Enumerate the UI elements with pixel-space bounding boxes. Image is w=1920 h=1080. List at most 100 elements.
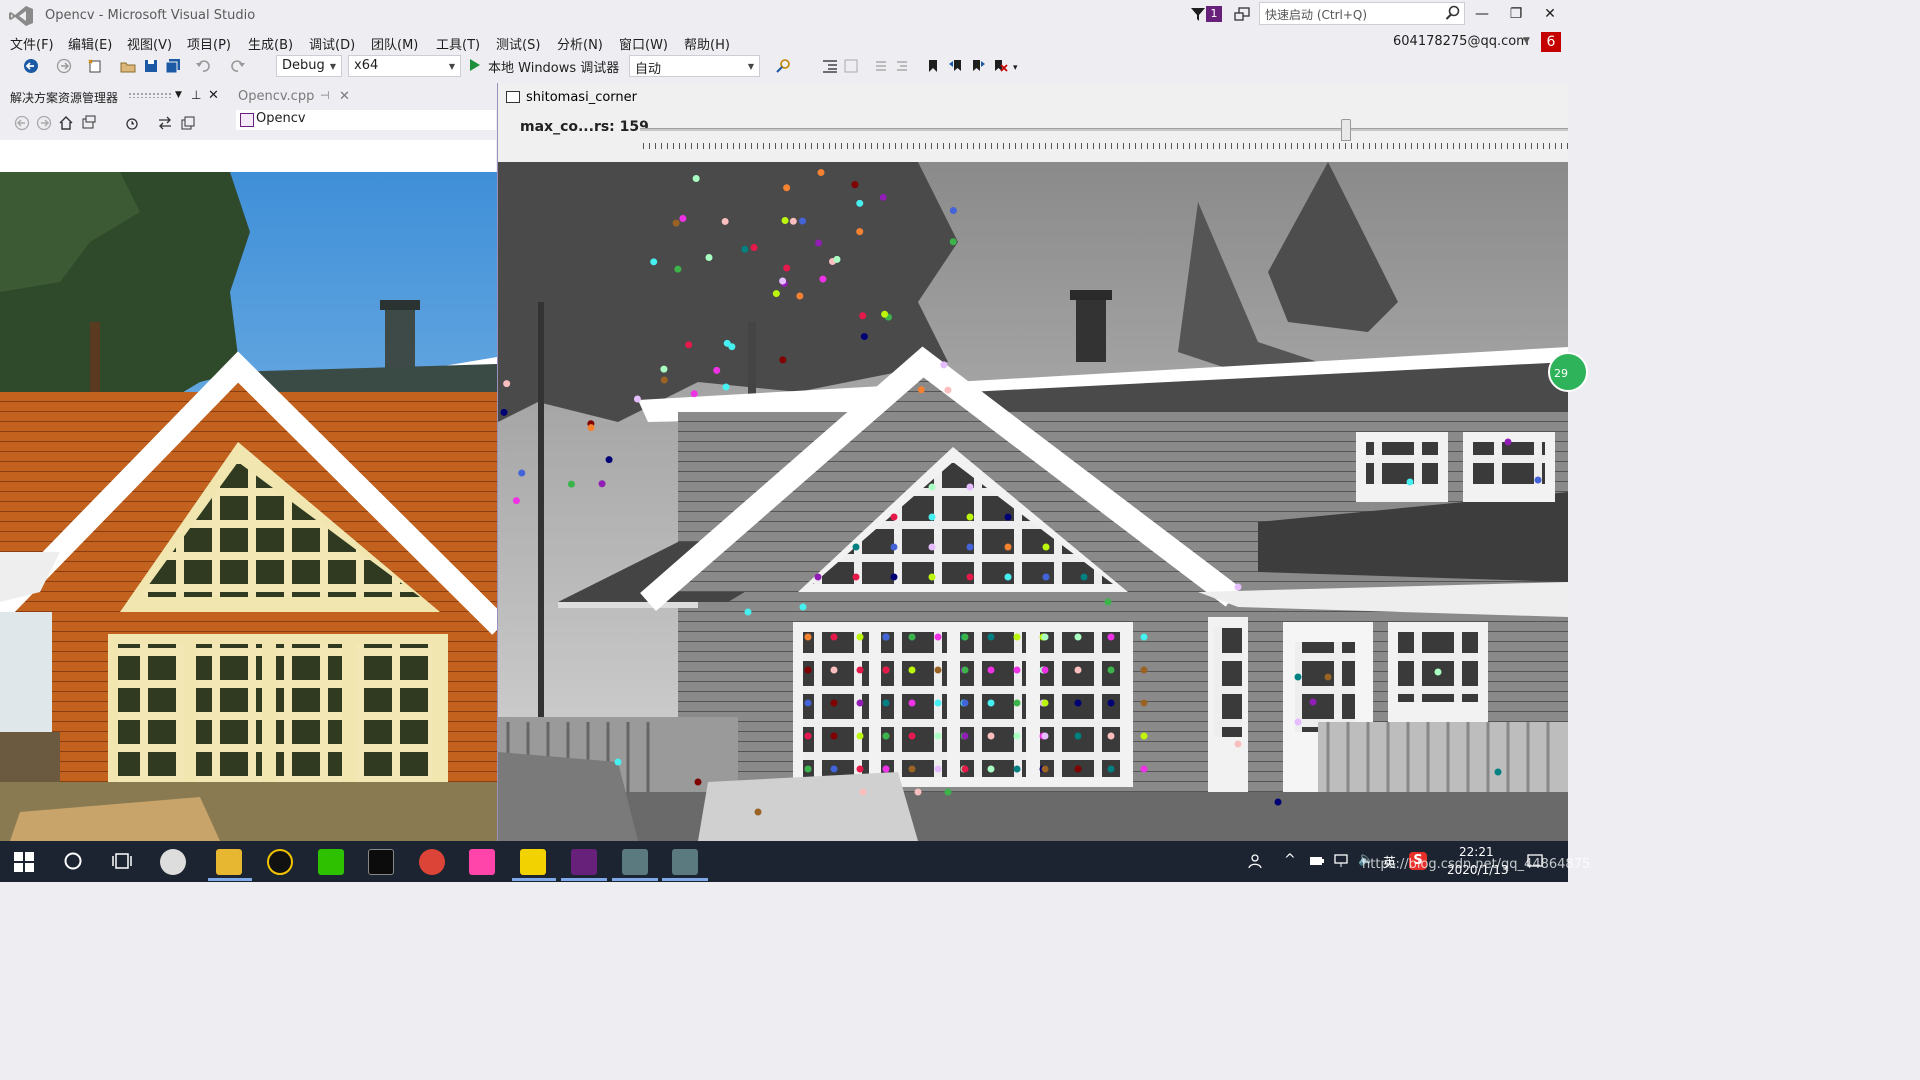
filter-icon[interactable] (1190, 6, 1206, 22)
menu-edit[interactable]: 编辑(E) (68, 34, 112, 53)
bookmark-icon[interactable] (925, 58, 941, 74)
pin-icon[interactable]: ⊥ (191, 88, 201, 102)
menu-window[interactable]: 窗口(W) (619, 34, 668, 53)
forward-icon[interactable] (56, 58, 72, 74)
corner-marker (961, 633, 969, 641)
close-icon[interactable]: ✕ (208, 88, 219, 103)
quick-launch-input[interactable]: 快速启动 (Ctrl+Q) (1259, 2, 1465, 25)
action-center-icon[interactable] (1527, 854, 1543, 870)
corner-marker (690, 390, 698, 398)
find-icon[interactable] (775, 58, 791, 74)
pin-icon[interactable]: ⊣ (320, 89, 330, 102)
account-badge[interactable]: 6 (1541, 32, 1561, 52)
clear-bookmarks-icon[interactable] (992, 58, 1008, 74)
people-icon[interactable] (1248, 853, 1264, 869)
chevron-down-icon: ▼ (329, 62, 336, 71)
save-all-icon[interactable] (165, 58, 181, 74)
visual-studio-logo-icon (9, 6, 33, 26)
configuration-select[interactable]: Debug ▼ (276, 55, 342, 77)
outdent-icon[interactable] (843, 58, 859, 74)
chevron-down-icon: ▼ (747, 62, 754, 71)
notification-badge[interactable]: 1 (1206, 6, 1222, 22)
chevron-up-icon[interactable]: ^ (1284, 852, 1296, 868)
undo-icon[interactable] (195, 58, 211, 74)
previous-bookmark-icon[interactable] (948, 58, 964, 74)
image-window-taskbar-icon-2[interactable] (672, 849, 698, 875)
corner-marker (1004, 513, 1012, 521)
battery-icon[interactable] (1309, 855, 1325, 867)
menu-analyze[interactable]: 分析(N) (557, 34, 603, 53)
floating-badge[interactable]: 29 (1548, 352, 1588, 392)
feedback-icon[interactable] (1233, 6, 1251, 24)
chrome-icon[interactable] (419, 849, 445, 875)
corner-marker (1107, 765, 1115, 773)
solution-tree-item[interactable]: Opencv (236, 110, 496, 130)
trackbar-handle[interactable] (1340, 119, 1351, 141)
task-view-icon[interactable] (112, 851, 132, 871)
menu-project[interactable]: 项目(P) (187, 34, 231, 53)
chart-app-icon[interactable] (520, 849, 546, 875)
menu-help[interactable]: 帮助(H) (684, 34, 730, 53)
panel-grip[interactable] (128, 92, 172, 98)
forward-icon[interactable] (36, 115, 52, 131)
platform-select[interactable]: x64 ▼ (348, 55, 461, 77)
image-window-taskbar-icon[interactable] (622, 849, 648, 875)
chevron-down-icon[interactable]: ▼ (1523, 36, 1530, 46)
corner-marker (1074, 666, 1082, 674)
new-project-icon[interactable] (87, 58, 103, 74)
cortana-search-icon[interactable] (63, 851, 83, 871)
corner-marker (1274, 798, 1282, 806)
toolbar-overflow-icon[interactable]: ▾ (1013, 63, 1018, 73)
redo-icon[interactable] (230, 58, 246, 74)
debug-mode-select[interactable]: 自动 ▼ (629, 55, 760, 77)
visual-studio-taskbar-icon[interactable] (571, 849, 597, 875)
close-icon[interactable]: ✕ (339, 89, 350, 104)
save-icon[interactable] (143, 58, 159, 74)
trackbar-track[interactable] (640, 128, 1568, 131)
account-name[interactable]: 604178275@qq.com (1393, 34, 1529, 49)
colorful-app-icon[interactable] (469, 849, 495, 875)
menu-build[interactable]: 生成(B) (248, 34, 293, 53)
corner-marker (830, 666, 838, 674)
sync-icon[interactable] (157, 115, 173, 131)
chevron-down-icon[interactable]: ▼ (175, 90, 182, 100)
pending-changes-icon[interactable] (124, 115, 140, 131)
menu-tools[interactable]: 工具(T) (436, 34, 480, 53)
next-bookmark-icon[interactable] (970, 58, 986, 74)
source-color-image (0, 172, 497, 841)
indent-icon[interactable] (822, 58, 838, 74)
solution-search-input[interactable] (0, 140, 496, 172)
open-file-icon[interactable] (120, 58, 136, 74)
switch-views-icon[interactable] (81, 115, 97, 131)
start-debugging-icon[interactable] (470, 59, 480, 71)
restore-button[interactable]: ❐ (1501, 3, 1531, 25)
search-icon[interactable] (1445, 5, 1461, 21)
menu-file[interactable]: 文件(F) (10, 34, 54, 53)
comment-icon[interactable] (873, 58, 889, 74)
corner-marker (804, 699, 812, 707)
corner-marker (614, 758, 622, 766)
menu-view[interactable]: 视图(V) (127, 34, 172, 53)
tab-opencv-cpp[interactable]: Opencv.cpp ⊣ ✕ (234, 86, 358, 108)
collapse-all-icon[interactable] (180, 115, 196, 131)
uncomment-icon[interactable] (894, 58, 910, 74)
minimize-button[interactable]: — (1467, 3, 1497, 25)
wechat-icon[interactable] (318, 849, 344, 875)
windows-start-icon[interactable] (14, 852, 34, 872)
pinwheel-app-icon[interactable] (160, 849, 186, 875)
corner-marker (1534, 476, 1542, 484)
back-icon[interactable] (14, 115, 30, 131)
corner-marker (987, 633, 995, 641)
corner-marker (799, 603, 807, 611)
file-explorer-icon[interactable] (216, 849, 242, 875)
menu-test[interactable]: 测试(S) (496, 34, 540, 53)
close-button[interactable]: ✕ (1535, 3, 1565, 25)
qq-icon[interactable] (267, 849, 293, 875)
terminal-icon[interactable] (368, 849, 394, 875)
menu-team[interactable]: 团队(M) (371, 34, 418, 53)
network-icon[interactable] (1334, 854, 1350, 868)
home-icon[interactable] (58, 115, 74, 131)
menu-debug[interactable]: 调试(D) (309, 34, 355, 53)
back-icon[interactable] (23, 58, 39, 74)
start-debugging-button[interactable]: 本地 Windows 调试器 (488, 57, 619, 76)
